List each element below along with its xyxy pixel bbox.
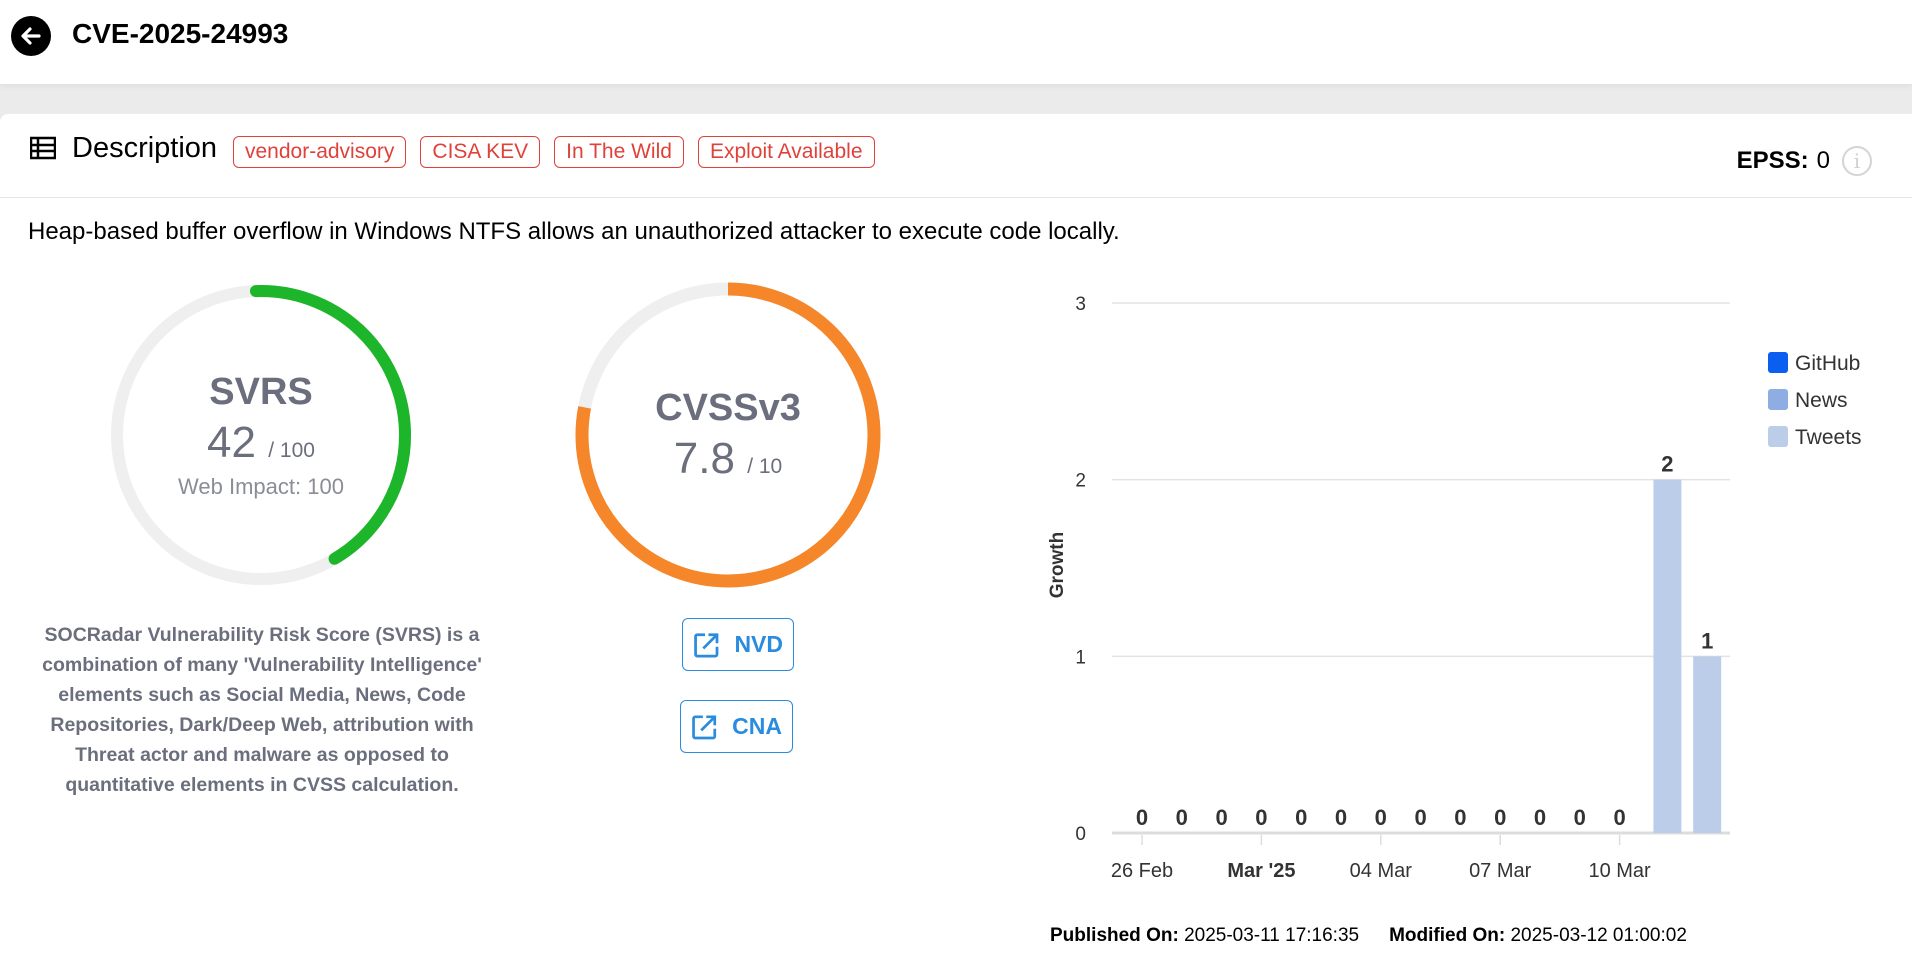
list-icon: [30, 136, 56, 160]
info-icon[interactable]: i: [1842, 146, 1872, 176]
legend-swatch-github: [1768, 352, 1788, 373]
y-tick-label: 0: [1075, 824, 1086, 845]
modified-value: 2025-03-12 01:00:02: [1510, 925, 1687, 946]
top-bar: CVE-2025-24993: [0, 0, 1912, 84]
bar-value-label: 0: [1335, 805, 1347, 830]
svrs-gauge: SVRS 42 / 100 Web Impact: 100: [106, 280, 416, 590]
bar-value-label: 0: [1613, 805, 1625, 830]
bar-value-label: 0: [1494, 805, 1506, 830]
bar-value-label: 2: [1661, 452, 1673, 477]
cna-link-button[interactable]: CNA: [680, 700, 793, 753]
page-title: CVE-2025-24993: [72, 18, 289, 49]
external-link-icon: [694, 632, 719, 658]
growth-chart: 0 1 2 3 Growth 0 0 0 0 0 0 0 0 0 0 0 0 0 2 1 26 Feb Mar '25 04…: [1020, 270, 1912, 910]
y-tick-label: 2: [1075, 471, 1086, 492]
back-button[interactable]: [11, 16, 51, 56]
legend-label-tweets: Tweets: [1795, 426, 1862, 449]
cvss-label: CVSSv3: [655, 386, 801, 429]
svrs-explanation: SOCRadar Vulnerability Risk Score (SVRS)…: [42, 624, 482, 796]
bar-value-label: 1: [1701, 628, 1713, 653]
x-tick-label: Mar '25: [1227, 860, 1295, 882]
cvss-score-value: 7.8: [673, 433, 735, 483]
legend-label-github: GitHub: [1795, 352, 1860, 375]
epss-value: 0: [1816, 147, 1830, 174]
legend-label-news: News: [1795, 389, 1848, 412]
published-on: Published On: 2025-03-11 17:16:35: [1050, 925, 1359, 947]
bar-value-label: 0: [1574, 805, 1586, 830]
growth-chart-svg: 0 1 2 3 Growth 0 0 0 0 0 0 0 0 0 0 0 0 0 2 1 26 Feb Mar '25 04…: [1047, 294, 1862, 882]
svrs-score-max: / 100: [268, 438, 315, 462]
x-tick-label: 07 Mar: [1469, 860, 1532, 882]
nvd-link-button[interactable]: NVD: [682, 618, 794, 671]
bar-value-label: 0: [1136, 805, 1148, 830]
published-value: 2025-03-11 17:16:35: [1184, 925, 1360, 946]
bar-tweets: [1693, 656, 1722, 833]
bar-value-label: 0: [1375, 805, 1387, 830]
x-tick-label: 26 Feb: [1111, 860, 1173, 882]
bar-value-label: 0: [1454, 805, 1466, 830]
bar-value-label: 0: [1295, 805, 1307, 830]
tag-cisa-kev[interactable]: CISA KEV: [420, 136, 541, 168]
published-label: Published On:: [1050, 925, 1179, 946]
bar-value-label: 0: [1414, 805, 1426, 830]
bar-value-label: 0: [1176, 805, 1188, 830]
y-axis-label: Growth: [1047, 532, 1068, 599]
legend-swatch-news: [1768, 389, 1788, 410]
web-impact: Web Impact: 100: [178, 473, 344, 499]
x-tick-label: 10 Mar: [1588, 860, 1651, 882]
bar-value-label: 0: [1215, 805, 1227, 830]
svrs-score: 42 / 100: [207, 418, 315, 468]
arrow-left-icon: [21, 27, 41, 45]
epss-label: EPSS:: [1736, 147, 1809, 174]
bar-tweets: [1653, 479, 1682, 833]
svrs-score-value: 42: [207, 417, 256, 467]
bar-value-label: 0: [1534, 805, 1546, 830]
modified-label: Modified On:: [1389, 925, 1506, 946]
tag-vendor-advisory[interactable]: vendor-advisory: [233, 136, 407, 168]
external-link-icon: [692, 714, 717, 739]
cvss-score-max: / 10: [747, 454, 783, 478]
nvd-label: NVD: [734, 631, 783, 657]
x-tick-label: 04 Mar: [1350, 860, 1413, 882]
modified-on: Modified On: 2025-03-12 01:00:02: [1389, 925, 1687, 947]
legend-swatch-tweets: [1768, 426, 1788, 447]
cna-label: CNA: [732, 713, 782, 739]
cvss-score: 7.8 / 10: [674, 434, 782, 484]
cve-dates: Published On: 2025-03-11 17:16:35 Modifi…: [1050, 925, 1687, 947]
tag-in-the-wild[interactable]: In The Wild: [554, 136, 684, 168]
y-tick-label: 1: [1075, 647, 1086, 668]
tag-exploit-available[interactable]: Exploit Available: [697, 136, 875, 168]
cvss-gauge: CVSSv3 7.8 / 10: [573, 280, 883, 590]
tag-list: vendor-advisory CISA KEV In The Wild Exp…: [233, 136, 875, 168]
svrs-label: SVRS: [209, 370, 313, 413]
epss-score: EPSS: 0 i: [1737, 146, 1872, 176]
bar-value-label: 0: [1255, 805, 1267, 830]
cve-summary: Heap-based buffer overflow in Windows NT…: [28, 218, 1120, 245]
card-header: Description vendor-advisory CISA KEV In …: [0, 114, 1912, 198]
section-title: Description: [72, 132, 218, 164]
y-tick-label: 3: [1075, 294, 1086, 315]
